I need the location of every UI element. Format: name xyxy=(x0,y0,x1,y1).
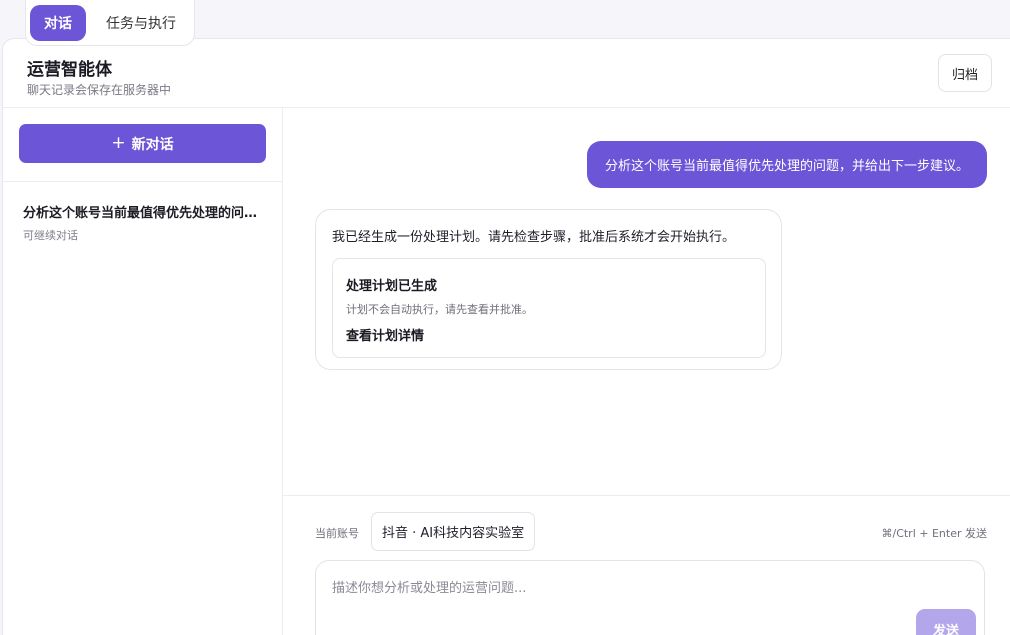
mode-tabs: 对话 任务与执行 xyxy=(25,0,195,46)
tab-chat[interactable]: 对话 xyxy=(30,4,86,41)
conversation-status: 可继续对话 xyxy=(23,229,78,242)
message-input[interactable] xyxy=(332,577,892,617)
archive-button[interactable]: 归档 xyxy=(938,54,992,92)
page-title: 运营智能体 xyxy=(27,60,112,80)
view-plan-details-link[interactable]: 查看计划详情 xyxy=(346,325,424,344)
new-chat-label: 新对话 xyxy=(131,136,174,153)
chat-area: 分析这个账号当前最值得优先处理的问题，并给出下一步建议。 我已经生成一份处理计划… xyxy=(283,108,1010,495)
message-input-box: 发送 xyxy=(315,560,985,635)
new-chat-button[interactable]: + 新对话 xyxy=(19,124,266,163)
plan-card: 处理计划已生成 计划不会自动执行，请先查看并批准。 查看计划详情 xyxy=(332,258,766,358)
tab-tasks-execution[interactable]: 任务与执行 xyxy=(92,5,190,41)
user-message: 分析这个账号当前最值得优先处理的问题，并给出下一步建议。 xyxy=(586,141,987,188)
plus-icon: + xyxy=(111,133,126,153)
assistant-message-text: 我已经生成一份处理计划。请先检查步骤，批准后系统才会开始执行。 xyxy=(332,230,736,245)
page-header: 运营智能体 聊天记录会保存在服务器中 归档 xyxy=(3,39,1010,108)
account-label: 当前账号 xyxy=(315,527,359,540)
conversation-item[interactable]: 分析这个账号当前最值得优先处理的问题，并给出下一步建议。 可继续对话 xyxy=(3,194,283,251)
plan-card-description: 计划不会自动执行，请先查看并批准。 xyxy=(346,303,533,316)
sidebar-divider xyxy=(3,181,283,182)
plan-card-title: 处理计划已生成 xyxy=(346,279,438,294)
conversation-title: 分析这个账号当前最值得优先处理的问题，并给出下一步建议。 xyxy=(23,206,263,221)
page-subtitle: 聊天记录会保存在服务器中 xyxy=(27,83,172,97)
send-shortcut-hint: ⌘/Ctrl + Enter 发送 xyxy=(881,527,987,540)
send-button[interactable]: 发送 xyxy=(916,609,976,635)
account-selector[interactable]: 抖音 · AI科技内容实验室 xyxy=(371,512,536,551)
assistant-message: 我已经生成一份处理计划。请先检查步骤，批准后系统才会开始执行。 处理计划已生成 … xyxy=(315,209,782,370)
message-composer: 当前账号 抖音 · AI科技内容实验室 ⌘/Ctrl + Enter 发送 发送 xyxy=(283,495,1010,635)
conversation-sidebar: + 新对话 分析这个账号当前最值得优先处理的问题，并给出下一步建议。 可继续对话 xyxy=(3,108,283,635)
main-panel: 运营智能体 聊天记录会保存在服务器中 归档 + 新对话 分析这个账号当前最值得优… xyxy=(2,38,1010,635)
